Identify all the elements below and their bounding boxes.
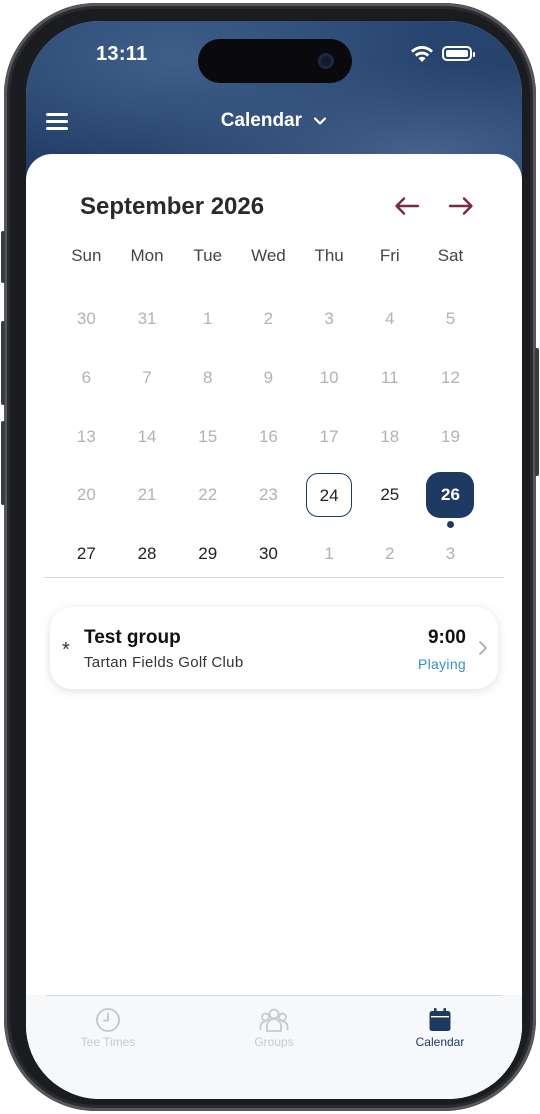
tab-tee-times[interactable]: Tee Times: [38, 1007, 178, 1049]
calendar-day[interactable]: 21: [117, 470, 178, 520]
weekday-label: Fri: [379, 246, 400, 265]
wifi-icon: [411, 46, 433, 62]
calendar-day[interactable]: 7: [117, 353, 178, 403]
calendar-day[interactable]: 3: [299, 294, 360, 344]
event-club-name: Tartan Fields Golf Club: [84, 654, 244, 671]
view-switcher[interactable]: Calendar: [26, 110, 522, 132]
calendar-day[interactable]: 12: [420, 353, 481, 403]
weekday-label: Sun: [71, 246, 102, 265]
chevron-right-icon: [479, 641, 487, 655]
calendar-day-selected[interactable]: 26: [420, 470, 481, 529]
calendar-day[interactable]: 4: [359, 294, 420, 344]
calendar-day[interactable]: 9: [238, 353, 299, 403]
calendar-day[interactable]: 1: [299, 529, 360, 579]
volume-up-button: [1, 321, 5, 405]
event-group-name: Test group: [84, 627, 181, 648]
calendar-day[interactable]: 15: [177, 412, 238, 462]
calendar-grid: Sun Mon Tue Wed Thu Fri Sat 30 31 1 2 3: [56, 246, 492, 583]
calendar-day[interactable]: 8: [177, 353, 238, 403]
calendar-day[interactable]: 6: [56, 353, 117, 403]
weekday-header: Sun Mon Tue Wed Thu Fri Sat: [56, 246, 492, 270]
power-button: [535, 348, 539, 476]
tab-label: Calendar: [415, 1035, 465, 1049]
dynamic-island: [198, 39, 352, 83]
calendar-day[interactable]: 25: [359, 470, 420, 520]
calendar-day[interactable]: 2: [359, 529, 420, 579]
calendar-day[interactable]: 3: [420, 529, 481, 579]
calendar-day[interactable]: 20: [56, 470, 117, 520]
calendar-icon: [429, 1008, 451, 1031]
chevron-down-icon: [314, 117, 327, 125]
calendar-day[interactable]: 28: [117, 529, 178, 579]
calendar-day-today[interactable]: 24: [299, 470, 360, 520]
event-marker: *: [62, 639, 70, 661]
calendar-sheet: September 2026 Sun Mon Tue Wed Thu Fri S…: [26, 154, 522, 1099]
calendar-day[interactable]: 5: [420, 294, 481, 344]
calendar-day[interactable]: 14: [117, 412, 178, 462]
camera-icon: [318, 53, 334, 69]
calendar-day[interactable]: 30: [56, 294, 117, 344]
calendar-day[interactable]: 1: [177, 294, 238, 344]
action-button: [1, 231, 5, 283]
event-status: Playing: [417, 656, 466, 672]
section-divider: [44, 577, 504, 578]
calendar-day[interactable]: 10: [299, 353, 360, 403]
app-screen: 13:11 Calendar September 2026 Sun Mon Tu…: [26, 21, 522, 1099]
weekday-label: Mon: [130, 246, 164, 265]
weekday-label: Thu: [314, 246, 344, 265]
tab-calendar[interactable]: Calendar: [370, 1007, 510, 1049]
phone-frame: 13:11 Calendar September 2026 Sun Mon Tu…: [1, 3, 539, 1111]
event-card[interactable]: * Test group Tartan Fields Golf Club 9:0…: [50, 607, 498, 689]
calendar-day[interactable]: 2: [238, 294, 299, 344]
weekday-label: Wed: [251, 246, 286, 265]
calendar-day[interactable]: 27: [56, 529, 117, 579]
calendar-day[interactable]: 31: [117, 294, 178, 344]
calendar-day[interactable]: 17: [299, 412, 360, 462]
groups-icon: [259, 1008, 289, 1032]
calendar-day[interactable]: 30: [238, 529, 299, 579]
calendar-day[interactable]: 19: [420, 412, 481, 462]
tab-groups[interactable]: Groups: [204, 1007, 344, 1049]
tab-bar-divider: [46, 995, 502, 996]
calendar-week: 13 14 15 16 17 18 19: [56, 407, 492, 466]
previous-month-arrow-icon[interactable]: [394, 196, 420, 216]
calendar-day[interactable]: 22: [177, 470, 238, 520]
calendar-week: 27 28 29 30 1 2 3: [56, 525, 492, 584]
calendar-day[interactable]: 18: [359, 412, 420, 462]
calendar-week: 6 7 8 9 10 11 12: [56, 349, 492, 408]
weekday-label: Tue: [193, 246, 223, 265]
battery-icon: [442, 46, 475, 61]
bottom-tab-bar: Tee Times Groups Calendar: [26, 995, 522, 1099]
status-time: 13:11: [96, 43, 148, 65]
calendar-day[interactable]: 13: [56, 412, 117, 462]
tab-label: Groups: [254, 1035, 294, 1049]
header-title: Calendar: [220, 110, 303, 131]
calendar-day[interactable]: 29: [177, 529, 238, 579]
weekday-label: Sat: [437, 246, 464, 265]
calendar-day[interactable]: 23: [238, 470, 299, 520]
month-title: September 2026: [80, 193, 265, 220]
volume-down-button: [1, 421, 5, 505]
calendar-week: 30 31 1 2 3 4 5: [56, 290, 492, 349]
tab-label: Tee Times: [80, 1035, 136, 1049]
event-time: 9:00: [427, 627, 466, 648]
calendar-day[interactable]: 11: [359, 353, 420, 403]
calendar-week: 20 21 22 23 24 25 26: [56, 466, 492, 529]
next-month-arrow-icon[interactable]: [448, 196, 474, 216]
calendar-day[interactable]: 16: [238, 412, 299, 462]
clock-icon: [96, 1008, 120, 1032]
